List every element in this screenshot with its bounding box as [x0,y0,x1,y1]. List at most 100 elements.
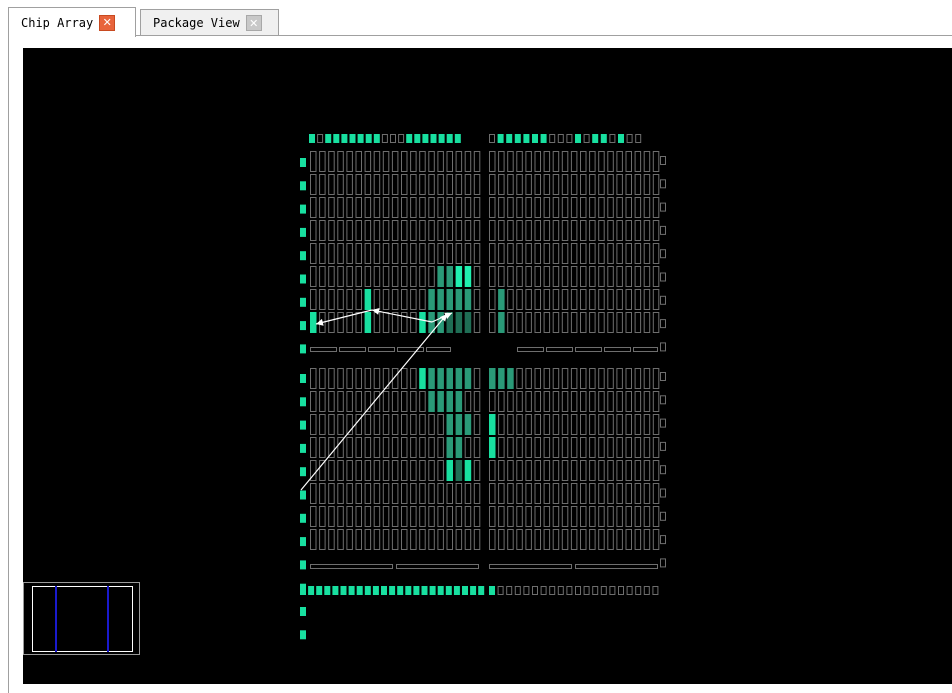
logic-cell[interactable] [464,437,472,458]
logic-cell[interactable] [355,460,362,481]
logic-cell-used[interactable] [364,312,372,333]
logic-cell[interactable] [364,220,372,241]
block-ram[interactable] [368,347,395,352]
logic-cell[interactable] [401,368,408,389]
logic-cell[interactable] [525,220,532,241]
io-pad-used[interactable] [364,586,371,595]
logic-cell[interactable] [616,437,623,458]
logic-cell[interactable] [652,437,660,458]
logic-cell[interactable] [589,151,596,172]
logic-cell[interactable] [473,437,481,458]
io-pad[interactable] [660,441,666,451]
logic-cell[interactable] [643,368,651,389]
logic-cell[interactable] [319,483,326,504]
logic-cell[interactable] [516,174,523,195]
logic-cell[interactable] [625,391,632,412]
logic-cell[interactable] [489,197,496,218]
io-pad[interactable] [566,134,573,143]
logic-cell[interactable] [507,312,514,333]
logic-cell[interactable] [570,197,578,218]
logic-cell[interactable] [328,289,335,310]
logic-cell[interactable] [543,529,551,550]
logic-cell[interactable] [310,483,317,504]
logic-cell[interactable] [498,266,505,287]
logic-cell[interactable] [598,437,605,458]
logic-cell[interactable] [580,529,587,550]
logic-cell[interactable] [310,414,317,435]
io-pad-used[interactable] [514,134,521,143]
logic-cell[interactable] [346,437,353,458]
logic-cell-used[interactable] [446,460,454,481]
logic-cell[interactable] [552,460,560,481]
logic-cell[interactable] [373,483,381,504]
block-ram[interactable] [339,347,366,352]
logic-cell[interactable] [337,197,344,218]
logic-cell[interactable] [346,151,353,172]
logic-cell[interactable] [489,266,496,287]
logic-cell-used[interactable] [419,368,426,389]
logic-cell-used[interactable] [498,368,505,389]
logic-cell[interactable] [625,174,632,195]
logic-cell[interactable] [437,243,444,264]
logic-cell[interactable] [419,391,426,412]
logic-cell[interactable] [355,312,362,333]
logic-cell[interactable] [328,529,335,550]
logic-cell[interactable] [473,266,481,287]
logic-cell[interactable] [598,151,605,172]
logic-cell[interactable] [534,266,541,287]
close-icon[interactable]: ✕ [99,14,116,31]
logic-cell[interactable] [507,289,514,310]
logic-cell[interactable] [516,151,523,172]
logic-cell[interactable] [589,197,596,218]
logic-cell[interactable] [570,266,578,287]
logic-cell[interactable] [625,243,632,264]
logic-cell[interactable] [507,174,514,195]
logic-cell[interactable] [561,529,569,550]
logic-cell[interactable] [580,483,587,504]
logic-cell[interactable] [616,506,623,527]
logic-cell[interactable] [607,414,614,435]
logic-cell[interactable] [652,151,660,172]
logic-cell[interactable] [552,197,560,218]
logic-cell[interactable] [328,266,335,287]
logic-cell[interactable] [607,197,614,218]
logic-cell[interactable] [570,483,578,504]
chip-array-diagram[interactable] [23,48,952,684]
logic-cell[interactable] [328,391,335,412]
logic-cell[interactable] [428,151,435,172]
logic-cell[interactable] [616,243,623,264]
logic-cell[interactable] [580,506,587,527]
logic-cell[interactable] [598,243,605,264]
logic-cell[interactable] [364,174,372,195]
block-ram[interactable] [426,347,451,352]
logic-cell[interactable] [401,197,408,218]
io-pad-used[interactable] [309,134,315,143]
io-pad[interactable] [497,586,504,595]
logic-cell[interactable] [580,220,587,241]
logic-cell[interactable] [498,460,505,481]
logic-cell[interactable] [437,174,444,195]
logic-cell[interactable] [446,174,453,195]
logic-cell[interactable] [570,437,578,458]
logic-cell[interactable] [598,483,605,504]
io-pad-used[interactable] [405,586,412,595]
logic-cell[interactable] [598,391,605,412]
logic-cell[interactable] [598,220,605,241]
io-pad-used[interactable] [421,586,428,595]
logic-cell[interactable] [561,312,569,333]
logic-cell[interactable] [543,460,551,481]
logic-cell[interactable] [464,174,472,195]
block-ram[interactable] [575,347,602,352]
logic-cell[interactable] [428,243,435,264]
logic-cell[interactable] [437,220,444,241]
logic-cell[interactable] [498,243,505,264]
logic-cell[interactable] [310,391,317,412]
logic-cell[interactable] [337,529,344,550]
logic-cell[interactable] [589,220,596,241]
logic-cell[interactable] [570,529,578,550]
io-pad-used[interactable] [489,586,495,595]
logic-cell[interactable] [634,483,642,504]
logic-cell[interactable] [616,391,623,412]
logic-cell-used[interactable] [437,391,444,412]
io-pad-used[interactable] [300,297,306,307]
